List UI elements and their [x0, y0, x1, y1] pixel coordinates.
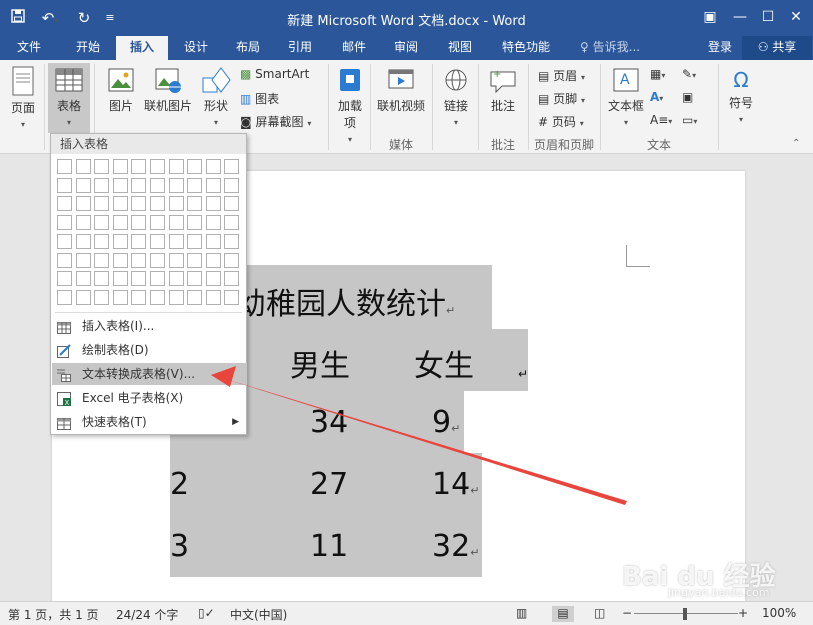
status-bar: 第 1 页，共 1 页 24/24 个字 ▯✓ 中文(中国) ▥ ▤ ◫ − +…: [0, 601, 813, 625]
baidu-watermark-url: jingyan.baidu.com: [668, 586, 770, 599]
read-mode-icon[interactable]: ▥: [516, 606, 527, 620]
zoom-out-button[interactable]: −: [622, 606, 632, 620]
zoom-slider-thumb[interactable]: [683, 608, 687, 620]
zoom-level[interactable]: 100%: [762, 606, 796, 620]
page-count[interactable]: 第 1 页，共 1 页: [8, 606, 99, 623]
zoom-in-button[interactable]: +: [738, 606, 748, 620]
word-count[interactable]: 24/24 个字: [116, 606, 178, 623]
annotation-arrow: [211, 366, 627, 505]
web-layout-icon[interactable]: ◫: [594, 606, 605, 620]
language-indicator[interactable]: 中文(中国): [230, 606, 287, 623]
print-layout-icon[interactable]: ▤: [552, 606, 574, 622]
proofing-icon[interactable]: ▯✓: [198, 606, 215, 620]
